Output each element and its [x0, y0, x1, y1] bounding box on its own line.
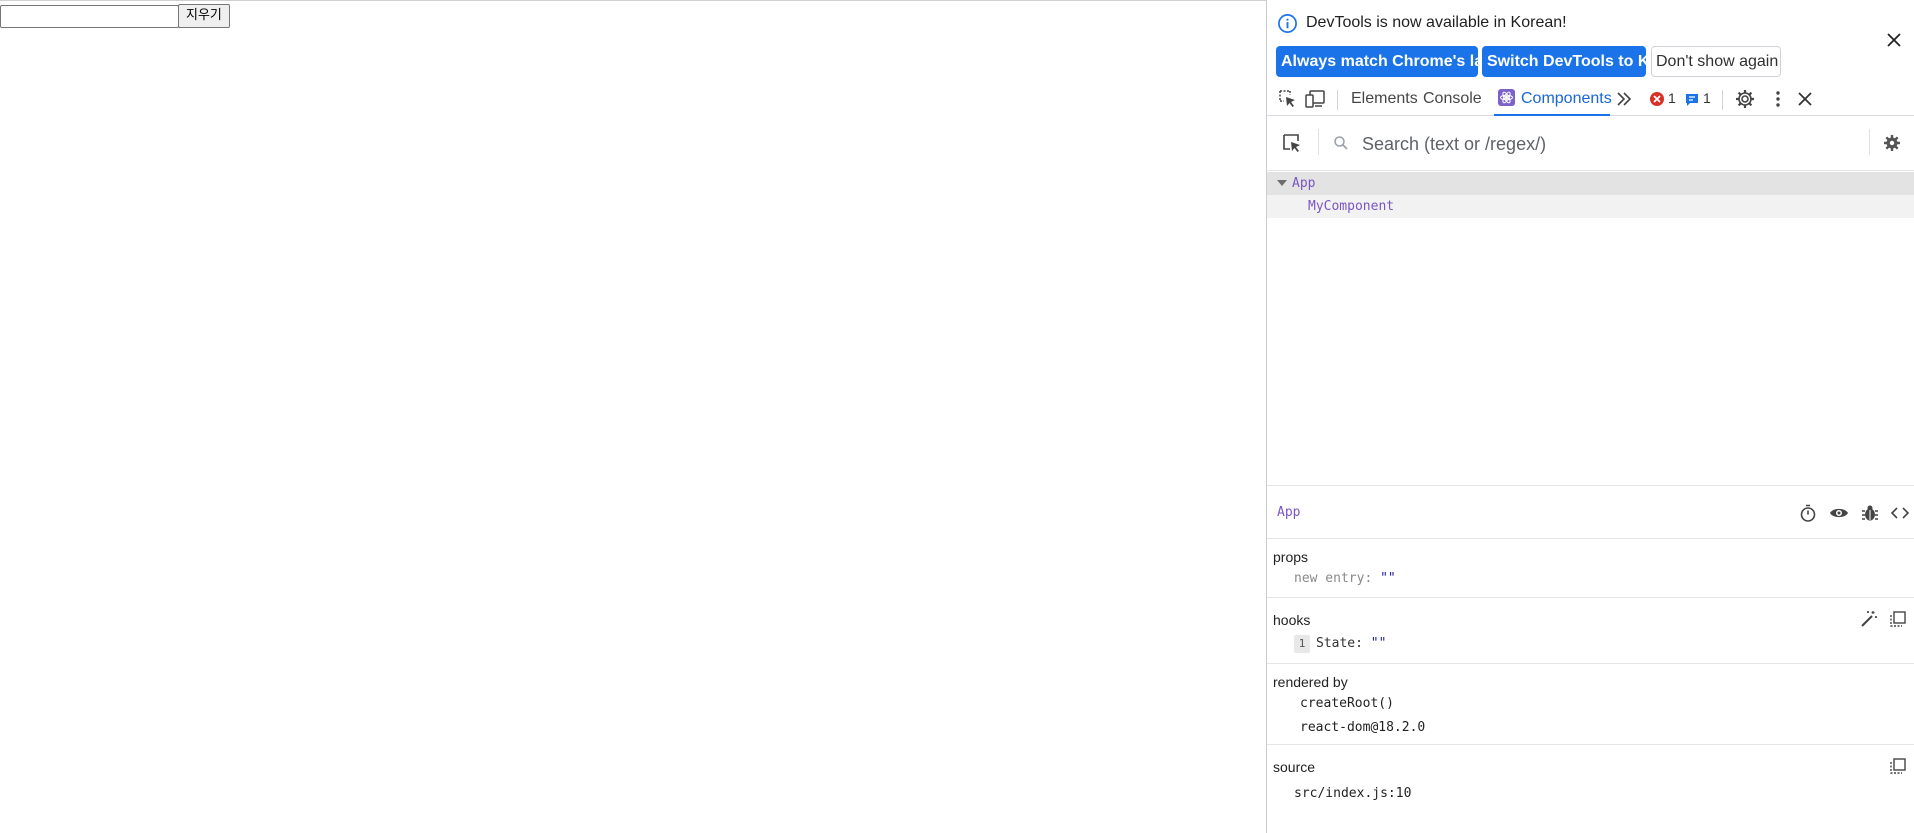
source-section: source src/index.js:10 [1267, 746, 1914, 833]
copy-source-icon[interactable] [1888, 756, 1908, 776]
page-viewport: 지우기 [0, 0, 1266, 833]
devtools-panel: DevTools is now available in Korean! Alw… [1266, 0, 1914, 833]
hook-value[interactable]: "" [1371, 636, 1387, 651]
rendered-by-title: rendered by [1273, 674, 1348, 690]
view-source-code-icon[interactable] [1889, 502, 1911, 524]
hook-row[interactable]: 1 State: "" [1294, 635, 1386, 653]
hooks-title: hooks [1273, 612, 1311, 628]
prop-value[interactable]: "" [1380, 571, 1396, 586]
toolbar-divider [1337, 90, 1338, 110]
expand-arrow-icon[interactable] [1277, 180, 1287, 186]
switch-language-button[interactable]: Switch DevTools to Korean [1482, 46, 1693, 77]
props-section: props new entry: "" [1267, 540, 1914, 598]
hooks-section: hooks 1 State: "" [1267, 599, 1914, 664]
clear-button[interactable]: 지우기 [178, 4, 230, 28]
source-location[interactable]: src/index.js:10 [1294, 786, 1411, 801]
tab-elements[interactable]: Elements [1347, 82, 1422, 116]
components-settings-gear-icon[interactable] [1882, 133, 1902, 153]
prop-row[interactable]: new entry: "" [1294, 571, 1396, 586]
tree-node-mycomponent[interactable]: MyComponent [1267, 195, 1914, 218]
infobar-message: DevTools is now available in Korean! [1306, 14, 1567, 31]
rendered-by-section: rendered by createRoot() react-dom@18.2.… [1267, 665, 1914, 745]
copy-hooks-icon[interactable] [1888, 609, 1908, 629]
entry-input[interactable] [0, 5, 179, 28]
tree-node-app[interactable]: App [1267, 172, 1914, 195]
inspected-component-name: App [1277, 505, 1301, 520]
toolbar-divider [1722, 90, 1723, 110]
suspend-timer-icon[interactable] [1797, 502, 1819, 524]
inspected-element-header: App [1267, 485, 1914, 539]
close-devtools-icon[interactable] [1794, 88, 1816, 110]
props-title: props [1273, 549, 1309, 565]
select-component-icon[interactable] [1281, 132, 1303, 154]
close-infobar-icon[interactable] [1884, 30, 1904, 50]
log-to-console-bug-icon[interactable] [1859, 502, 1881, 524]
hook-key: State [1316, 636, 1356, 651]
react-icon [1498, 89, 1515, 106]
tab-components-label: Components [1521, 90, 1612, 107]
message-count: 1 [1703, 90, 1711, 106]
search-icon [1334, 136, 1348, 150]
components-searchbar [1267, 117, 1914, 171]
more-options-icon[interactable] [1767, 88, 1789, 110]
tab-console[interactable]: Console [1419, 82, 1486, 116]
inspect-element-icon[interactable] [1277, 88, 1299, 110]
renderer-item: react-dom@18.2.0 [1300, 720, 1426, 735]
more-tabs-icon[interactable] [1613, 88, 1635, 110]
source-title: source [1273, 759, 1316, 775]
dont-show-again-button[interactable]: Don't show again [1651, 46, 1781, 77]
tab-components[interactable]: Components [1494, 82, 1612, 116]
hook-index: 1 [1294, 635, 1310, 653]
inspect-dom-eye-icon[interactable] [1828, 502, 1850, 524]
prop-key: new entry [1294, 571, 1365, 586]
search-divider [1869, 129, 1870, 155]
device-toolbar-icon[interactable] [1304, 88, 1326, 110]
language-infobar: DevTools is now available in Korean! Alw… [1267, 0, 1914, 80]
settings-gear-icon[interactable] [1734, 88, 1756, 110]
error-icon[interactable] [1649, 91, 1665, 107]
message-icon[interactable] [1684, 92, 1700, 108]
component-search-input[interactable] [1360, 129, 1790, 159]
info-icon [1278, 14, 1297, 33]
error-count: 1 [1668, 90, 1676, 106]
search-divider [1318, 129, 1319, 155]
tree-node-label: App [1292, 176, 1316, 191]
parse-hook-names-wand-icon[interactable] [1859, 609, 1879, 629]
devtools-tabbar: Elements Console Components 1 1 [1267, 82, 1914, 116]
renderer-item: createRoot() [1300, 696, 1394, 711]
tree-node-label: MyComponent [1308, 199, 1395, 214]
match-language-button[interactable]: Always match Chrome's language [1276, 46, 1540, 77]
